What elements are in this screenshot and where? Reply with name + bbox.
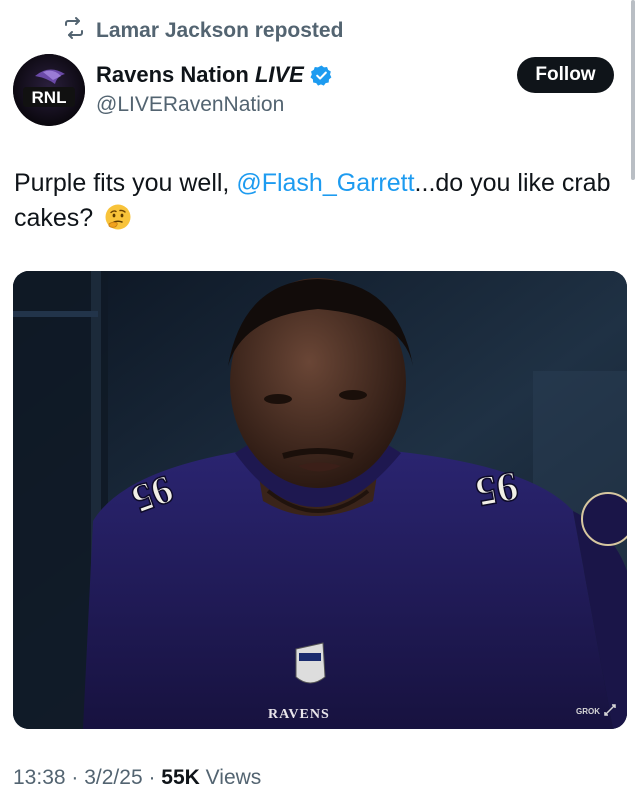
tweet-time[interactable]: 13:38	[13, 766, 66, 789]
views-count[interactable]: 55K	[161, 766, 200, 789]
tweet-date[interactable]: 3/2/25	[84, 766, 142, 789]
jersey-number-right: 95	[472, 462, 521, 515]
author-name-live: LIVE	[254, 62, 304, 87]
author-name[interactable]: Ravens Nation LIVE	[96, 62, 304, 88]
tweet-metadata: 13:38 · 3/2/25 · 55K Views	[13, 766, 261, 790]
meta-separator-2: ·	[142, 766, 162, 789]
views-label: Views	[199, 766, 262, 789]
author-name-main: Ravens Nation	[96, 62, 249, 87]
grok-watermark-text: GROK	[576, 706, 600, 716]
tweet-media-image[interactable]: 95 95 RAVENS GROK	[13, 271, 627, 729]
scrollbar[interactable]	[631, 0, 635, 180]
grok-watermark: GROK	[576, 703, 617, 719]
repost-icon	[62, 16, 86, 45]
thinking-face-emoji-icon	[104, 203, 132, 231]
follow-button[interactable]: Follow	[517, 57, 614, 93]
verified-badge-icon[interactable]	[310, 64, 333, 87]
meta-separator: ·	[65, 766, 85, 789]
author-name-row[interactable]: Ravens Nation LIVE	[96, 62, 333, 88]
grok-logo-icon	[603, 703, 617, 719]
tweet-text-before: Purple fits you well,	[14, 169, 237, 197]
jersey-wordmark: RAVENS	[268, 707, 330, 722]
repost-indicator[interactable]: Lamar Jackson reposted	[62, 16, 343, 45]
mention-link[interactable]: @Flash_Garrett	[236, 169, 414, 197]
avatar[interactable]: RNL	[13, 54, 85, 126]
player-photo: 95 95	[13, 271, 627, 729]
author-handle[interactable]: @LIVERavenNation	[96, 93, 284, 117]
repost-label: Lamar Jackson reposted	[96, 18, 344, 42]
tweet-text: Purple fits you well, @Flash_Garrett...d…	[14, 166, 614, 236]
avatar-text: RNL	[32, 88, 67, 107]
